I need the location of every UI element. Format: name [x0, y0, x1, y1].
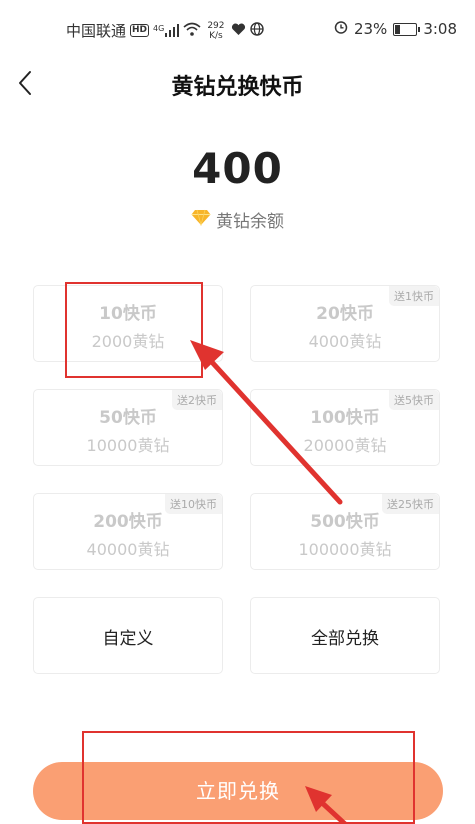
- balance-label-row: 黄钻余额: [0, 207, 475, 232]
- heart-icon: [231, 22, 246, 40]
- carrier-name: 中国联通: [66, 22, 127, 40]
- status-bar: 中国联通 HD 4G 292 K/s 23% 3:08: [0, 0, 475, 58]
- wifi-icon: [183, 22, 201, 40]
- option-cost: 2000黄钻: [91, 332, 165, 351]
- option-coins: 50快币: [99, 408, 157, 428]
- header: 黄钻兑换快币: [0, 58, 475, 108]
- option-coins: 20快币: [316, 304, 374, 324]
- network-speed: 292 K/s: [207, 21, 224, 41]
- battery-tip: [418, 26, 421, 32]
- custom-option-label: 自定义: [102, 629, 154, 649]
- balance-value: 400: [192, 144, 283, 193]
- option-coins: 500快币: [310, 512, 380, 532]
- clock-time: 3:08: [423, 20, 457, 38]
- alarm-icon: [334, 20, 348, 38]
- redeem-now-button[interactable]: 立即兑换: [33, 762, 443, 820]
- option-cost: 20000黄钻: [303, 436, 387, 455]
- option-card-200[interactable]: 送10快币 200快币 40000黄钻: [33, 493, 223, 570]
- option-cost: 40000黄钻: [86, 540, 170, 559]
- speed-value: 292: [207, 20, 225, 31]
- page-title: 黄钻兑换快币: [171, 75, 304, 100]
- speed-unit: K/s: [209, 30, 223, 41]
- option-coins: 200快币: [93, 512, 163, 532]
- option-card-50[interactable]: 送2快币 50快币 10000黄钻: [33, 389, 223, 466]
- redeem-all-label: 全部兑换: [311, 629, 379, 649]
- option-coins: 10快币: [99, 304, 157, 324]
- option-cost: 10000黄钻: [86, 436, 170, 455]
- custom-option-button[interactable]: 自定义: [33, 597, 223, 674]
- balance-label: 黄钻余额: [216, 212, 284, 232]
- battery-icon: [393, 22, 421, 36]
- diamond-icon: [191, 209, 211, 231]
- hd-badge: HD: [130, 24, 150, 37]
- battery-percent: 23%: [353, 20, 388, 38]
- network-type: 4G: [153, 24, 165, 33]
- option-coins: 100快币: [310, 408, 380, 428]
- option-card-100[interactable]: 送5快币 100快币 20000黄钻: [250, 389, 440, 466]
- option-cost: 4000黄钻: [308, 332, 382, 351]
- option-card-500[interactable]: 送25快币 500快币 100000黄钻: [250, 493, 440, 570]
- option-cost: 100000黄钻: [298, 540, 392, 559]
- option-card-10[interactable]: 10快币 2000黄钻: [33, 285, 223, 362]
- option-card-20[interactable]: 送1快币 20快币 4000黄钻: [250, 285, 440, 362]
- globe-icon: [249, 21, 264, 40]
- status-left: 中国联通 HD 4G 292 K/s: [66, 20, 264, 41]
- status-right: 23% 3:08: [334, 20, 457, 38]
- battery-level: [395, 24, 401, 34]
- signal-icon: 4G: [153, 24, 180, 37]
- redeem-all-button[interactable]: 全部兑换: [250, 597, 440, 674]
